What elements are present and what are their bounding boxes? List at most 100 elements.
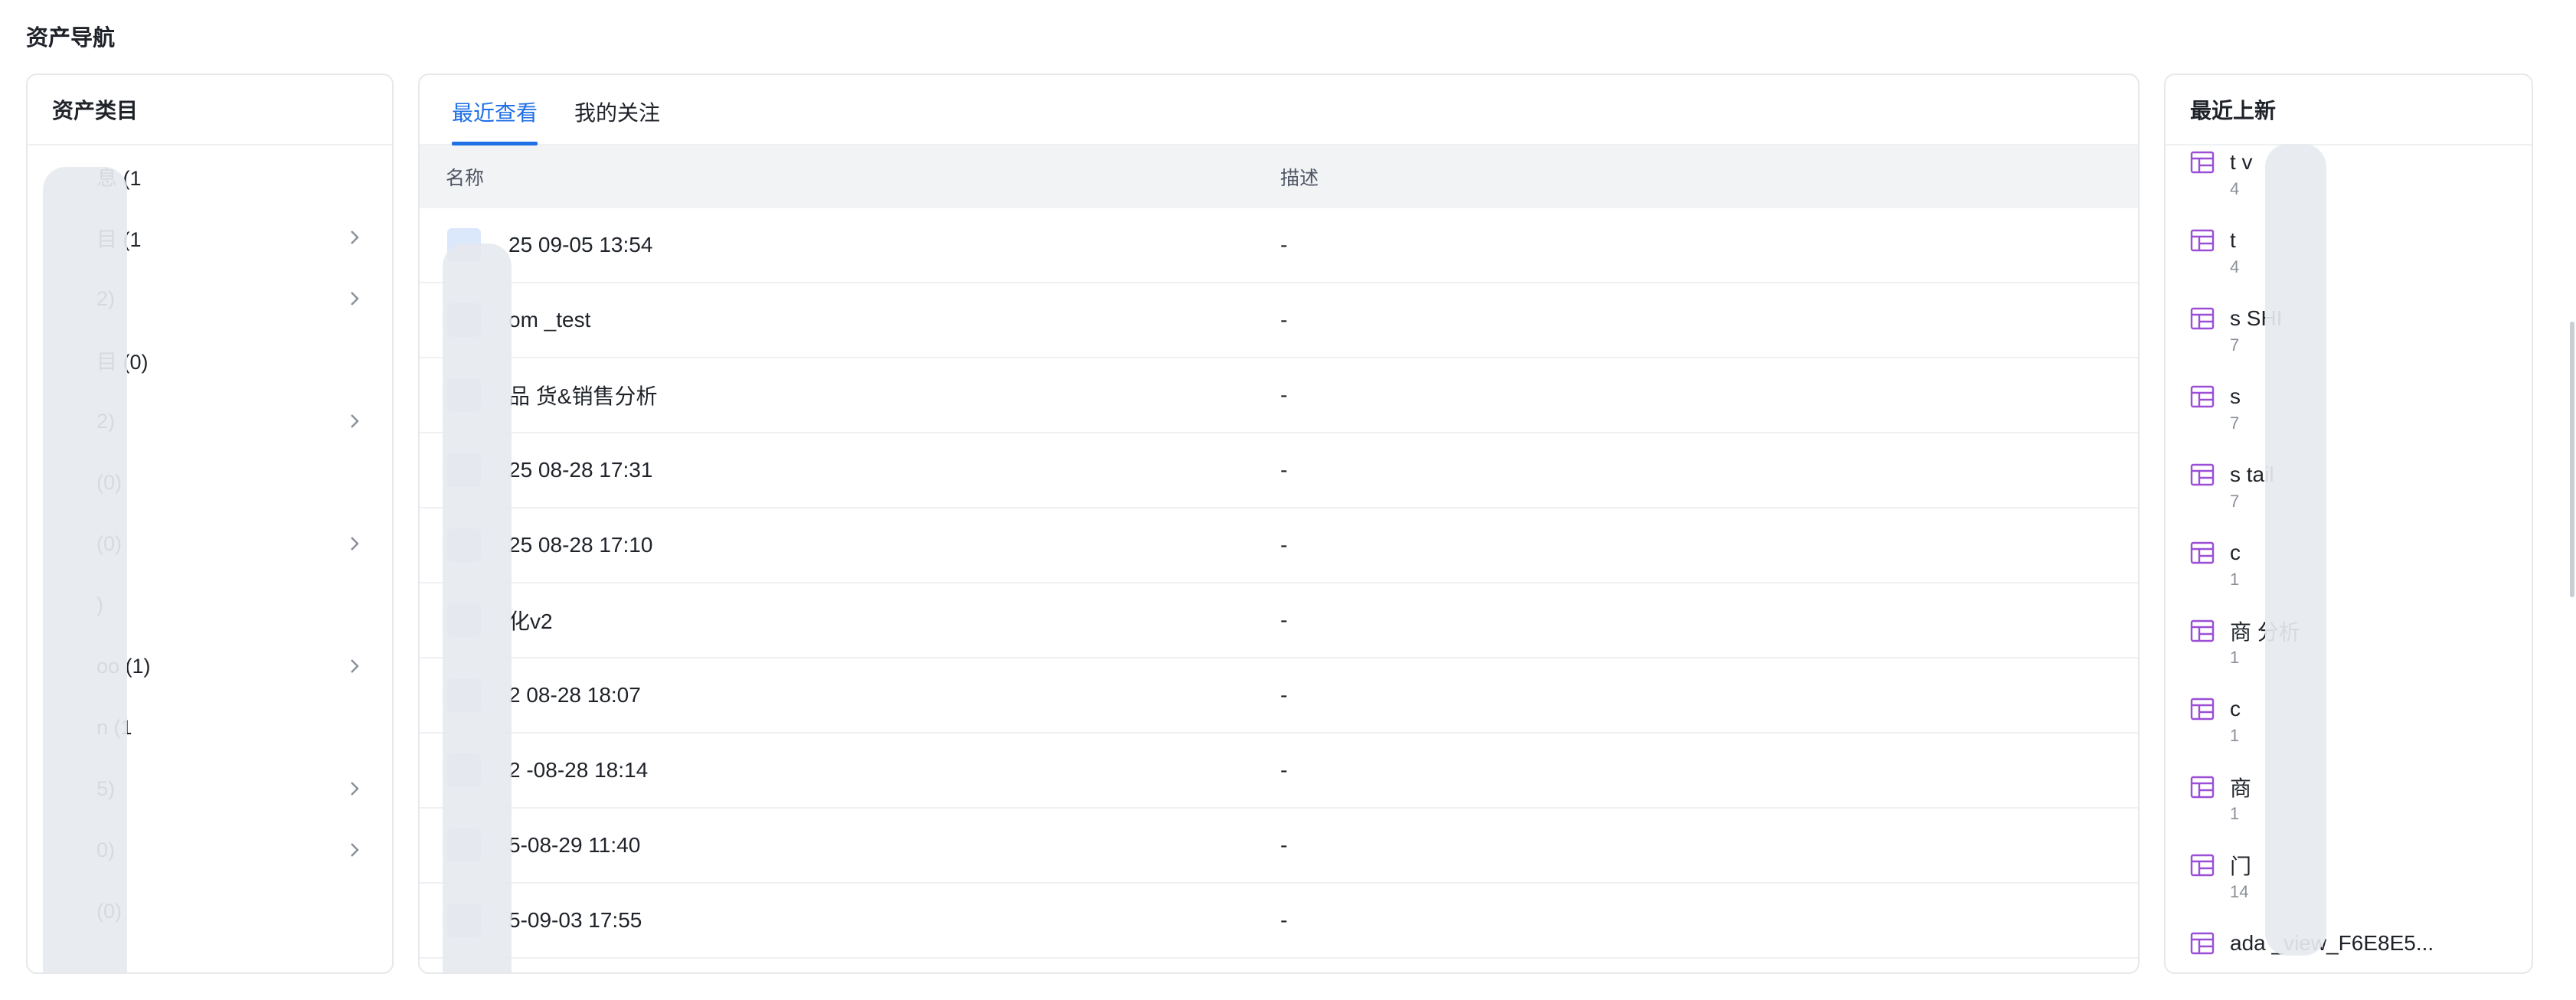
row-name-text[interactable]: 25 09-05 13:54: [508, 233, 652, 257]
recent-asset-item[interactable]: s tail 7: [2166, 458, 2532, 536]
chevron-right-icon[interactable]: [346, 290, 363, 307]
chevron-right-icon[interactable]: [346, 413, 363, 430]
recent-asset-item[interactable]: ada _view_F6E8E5...: [2166, 926, 2532, 972]
recent-asset-meta: 4: [2230, 179, 2240, 198]
recent-asset-name[interactable]: ada _view_F6E8E5...: [2230, 931, 2434, 956]
recent-asset-item[interactable]: t v 4: [2166, 145, 2532, 224]
table-icon: [2190, 619, 2215, 642]
row-name-text[interactable]: 25 08-28 17:10: [508, 533, 652, 557]
row-desc-cell: -: [1280, 533, 1288, 557]
recent-asset-meta: 4: [2230, 257, 2240, 276]
recent-asset-name[interactable]: c: [2230, 697, 2241, 721]
table-row[interactable]: 25 08-28 17:31 -: [420, 433, 2138, 508]
row-name-text[interactable]: 5-09-03 17:55: [508, 908, 642, 933]
recently-added-list: t v4t4s SHI7s7s tail7c1商 分析1c1商1门14ada _…: [2166, 145, 2532, 972]
category-item-label: ): [96, 593, 363, 617]
recent-asset-item[interactable]: 门 14: [2166, 848, 2532, 926]
row-desc-cell: -: [1280, 233, 1288, 257]
table-icon: [2190, 776, 2215, 799]
row-desc-cell: -: [1280, 833, 1288, 857]
table-icon: [2190, 854, 2215, 877]
table-row[interactable]: 25 08-28 17:10 -: [420, 508, 2138, 583]
category-item-label: 2): [96, 410, 346, 433]
row-name-cell: 化v2: [420, 603, 1280, 637]
recent-asset-meta: 7: [2230, 335, 2240, 355]
row-name-cell: 25 08-28 17:10: [420, 528, 1280, 562]
recent-asset-meta: 14: [2230, 882, 2249, 901]
category-item-label: n (1: [96, 716, 363, 740]
category-item-label: 5): [96, 777, 346, 801]
category-item-label: oo (1): [96, 654, 151, 678]
chevron-right-icon[interactable]: [346, 535, 363, 552]
tab-my-follows[interactable]: 我的关注: [574, 96, 660, 144]
asset-category-panel: 资产类目 息 (1 目 (1 2) 目 (0) 2) (0) (0)) oo (1) n (1 5…: [26, 74, 394, 974]
row-name-cell: 25 09-05 13:54: [420, 228, 1280, 262]
table-header: 名称 描述: [420, 145, 2138, 208]
category-item-label: (0): [96, 900, 363, 923]
recent-asset-item[interactable]: t4: [2166, 224, 2532, 302]
row-desc-cell: -: [1280, 758, 1288, 782]
chevron-right-icon[interactable]: [346, 229, 363, 246]
recent-asset-name[interactable]: s: [2230, 384, 2241, 409]
row-name-cell: 品 货&销售分析: [420, 378, 1280, 412]
recent-asset-name[interactable]: t: [2230, 228, 2236, 253]
view-icon: [2190, 151, 2215, 174]
row-name-text[interactable]: 5-08-29 11:40: [508, 833, 640, 858]
recent-asset-name[interactable]: 商: [2230, 772, 2251, 802]
table-row[interactable]: 化v2 -: [420, 583, 2138, 658]
recently-added-panel: 最近上新 t v4t4s SHI7s7s tail7c1商 分析1c1商1门14…: [2164, 74, 2533, 974]
row-name-text[interactable]: 2 -08-28 18:14: [508, 758, 648, 783]
table-icon: [2190, 385, 2215, 408]
column-header-name[interactable]: 名称: [420, 163, 1280, 191]
recent-asset-meta: 7: [2230, 413, 2240, 433]
recent-view-panel: 最近查看 我的关注 名称 描述 25 09-05 13:54- om _test - 品…: [418, 74, 2140, 974]
chevron-right-icon[interactable]: [346, 658, 363, 675]
row-name-cell: 5-08-29 11:40: [420, 828, 1280, 862]
category-item-label: (0): [96, 532, 346, 556]
category-panel-title: 资产类目: [28, 75, 392, 145]
chevron-right-icon[interactable]: [346, 842, 363, 858]
row-name-cell: 2 08-28 18:07: [420, 678, 1280, 712]
table-row[interactable]: 2 -08-28 18:14 -: [420, 734, 2138, 809]
tab-bar: 最近查看 我的关注: [420, 75, 2138, 145]
page-scrollbar[interactable]: [2570, 322, 2574, 597]
recent-asset-item[interactable]: c1: [2166, 536, 2532, 614]
chevron-right-icon[interactable]: [346, 780, 363, 797]
table-row[interactable]: 5-08-29 11:40 -: [420, 809, 2138, 884]
table-icon: [2190, 541, 2215, 564]
row-name-cell: 2 -08-28 18:14: [420, 753, 1280, 787]
table-row[interactable]: 品 货&销售分析 -: [420, 358, 2138, 433]
row-name-text[interactable]: om _test: [508, 308, 590, 332]
recent-asset-item[interactable]: s SHI 7: [2166, 302, 2532, 380]
category-item-label: 目 (1: [96, 227, 142, 251]
row-name-cell: 25 08-28 17:31: [420, 453, 1280, 487]
recent-asset-meta: 1: [2230, 648, 2240, 667]
table-row[interactable]: 2 08-28 18:07 -: [420, 658, 2138, 734]
recent-asset-item[interactable]: 商1: [2166, 770, 2532, 848]
table-row[interactable]: om _test -: [420, 283, 2138, 358]
recent-asset-name[interactable]: 门: [2230, 850, 2251, 881]
row-name-cell: om _test: [420, 303, 1280, 337]
row-desc-cell: -: [1280, 608, 1288, 632]
table-row[interactable]: 5-09-03 17:55 -: [420, 884, 2138, 959]
recent-asset-name[interactable]: c: [2230, 541, 2241, 565]
recent-asset-item[interactable]: s7: [2166, 380, 2532, 458]
row-name-text[interactable]: 25 08-28 17:31: [508, 458, 652, 482]
row-name-text[interactable]: 化v2: [508, 605, 553, 636]
recent-asset-item[interactable]: 商 分析1: [2166, 614, 2532, 692]
tab-recent-viewed[interactable]: 最近查看: [452, 96, 538, 145]
category-item-label: 0): [96, 838, 346, 862]
table-icon: [2190, 307, 2215, 330]
category-item-label: (0): [96, 471, 363, 495]
recent-asset-name[interactable]: t v: [2230, 150, 2253, 175]
recent-asset-meta: 7: [2230, 492, 2240, 511]
recent-asset-item[interactable]: c1: [2166, 692, 2532, 770]
table-row[interactable]: 25 09-05 13:54 -: [420, 208, 2138, 283]
row-name-text[interactable]: 品 货&销售分析: [508, 380, 657, 410]
asset-table-body: 25 09-05 13:54- om _test - 品 货&销售分析 -25 08-2…: [420, 208, 2138, 959]
category-item-label: 息 (1: [96, 166, 142, 190]
table-icon: [2190, 463, 2215, 486]
row-name-text[interactable]: 2 08-28 18:07: [508, 683, 641, 708]
row-desc-cell: -: [1280, 383, 1288, 407]
column-header-desc[interactable]: 描述: [1280, 163, 2138, 191]
